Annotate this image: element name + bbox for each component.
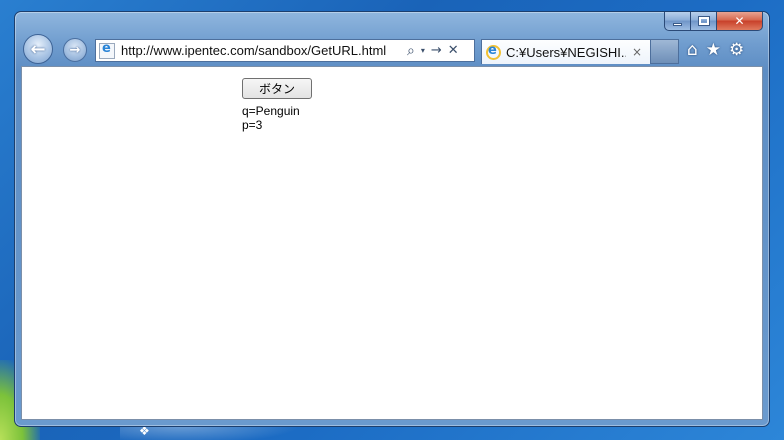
close-window-button[interactable]: ✕ xyxy=(717,12,763,31)
gear-icon[interactable]: ⚙ xyxy=(729,41,744,59)
minimize-button[interactable] xyxy=(664,12,691,31)
home-icon[interactable]: ⌂ xyxy=(687,41,698,59)
address-url[interactable]: http://www.ipentec.com/sandbox/GetURL.ht… xyxy=(121,43,403,58)
ie-logo-icon xyxy=(486,43,501,60)
address-bar[interactable]: http://www.ipentec.com/sandbox/GetURL.ht… xyxy=(95,39,475,62)
browser-window: ✕ ← → http://www.ipentec.com/sandbox/Get… xyxy=(14,11,770,427)
forward-button[interactable]: → xyxy=(63,38,87,62)
page-favicon-icon xyxy=(99,41,115,59)
maximize-icon xyxy=(697,16,710,26)
chevron-down-icon[interactable]: ▾ xyxy=(421,46,425,55)
page-content: ボタン q=Penguin p=3 xyxy=(21,66,763,420)
page-button[interactable]: ボタン xyxy=(242,78,312,99)
maximize-button[interactable] xyxy=(691,12,717,31)
query-line-p: p=3 xyxy=(242,118,263,132)
address-controls: ⌕ ▾ → ✕ xyxy=(407,44,459,58)
back-arrow-icon: ← xyxy=(30,38,46,60)
close-icon: ✕ xyxy=(734,14,745,28)
query-line-q: q=Penguin xyxy=(242,104,300,118)
tab-active[interactable]: C:¥Users¥NEGISHI... × xyxy=(481,39,651,64)
window-caption-buttons: ✕ xyxy=(664,12,763,32)
back-button[interactable]: ← xyxy=(23,34,53,64)
browser-command-icons: ⌂ ★ ⚙ xyxy=(687,39,744,61)
new-tab-button[interactable] xyxy=(651,39,679,64)
star-icon[interactable]: ★ xyxy=(706,41,721,59)
stop-icon[interactable]: ✕ xyxy=(448,44,459,57)
forward-arrow-icon: → xyxy=(69,42,81,58)
go-arrow-icon[interactable]: → xyxy=(431,44,442,57)
minimize-icon xyxy=(673,22,682,26)
tab-title: C:¥Users¥NEGISHI... xyxy=(506,44,626,60)
tab-close-icon[interactable]: × xyxy=(632,45,642,59)
search-icon[interactable]: ⌕ xyxy=(407,44,415,58)
